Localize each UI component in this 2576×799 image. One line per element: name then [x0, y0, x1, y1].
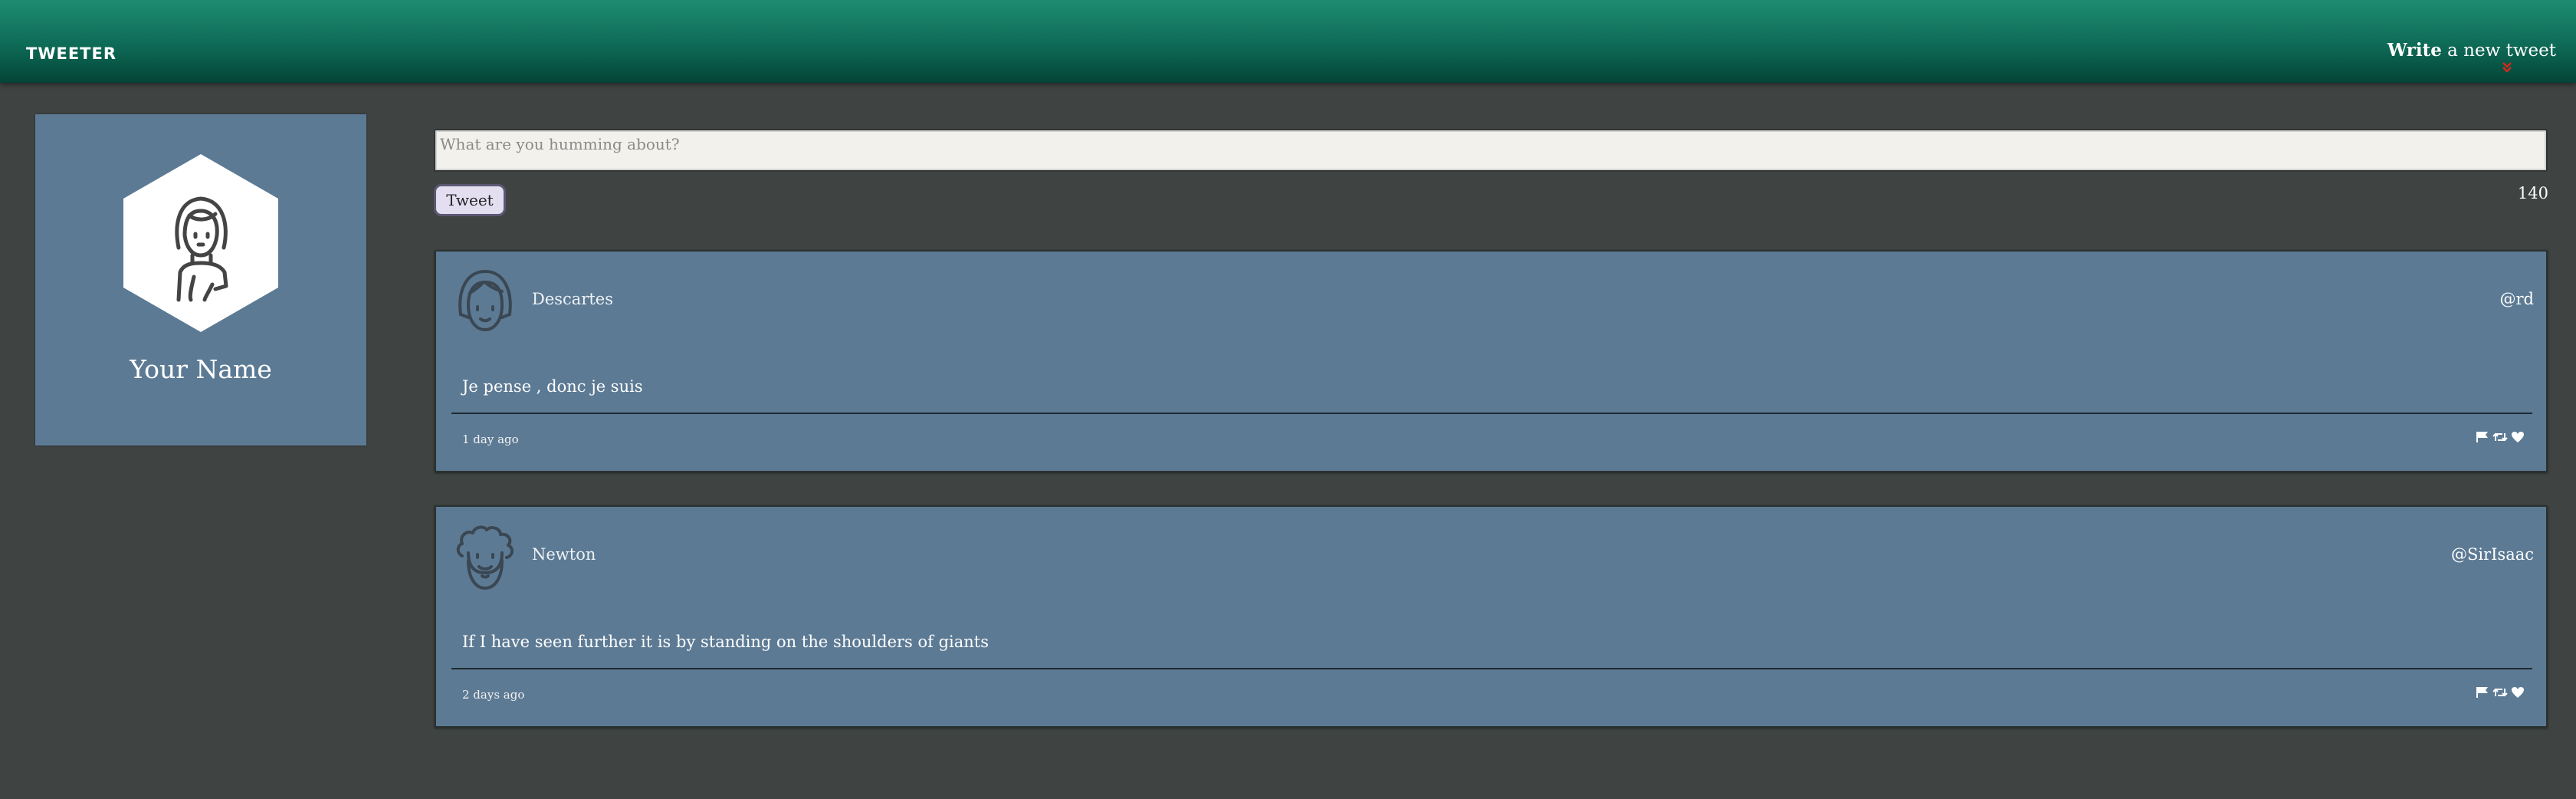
bob-haircut-avatar-icon [458, 270, 512, 331]
retweet-icon[interactable] [2492, 431, 2508, 443]
tweet-actions [2476, 431, 2525, 443]
flag-icon[interactable] [2476, 686, 2489, 699]
tweet-compose-input[interactable] [434, 129, 2548, 172]
flag-icon[interactable] [2476, 431, 2489, 443]
tweet-card: Newton @SirIsaac If I have seen further … [435, 505, 2548, 728]
tweet-timestamp: 2 days ago [462, 688, 525, 702]
tweet-handle[interactable]: @SirIsaac [2451, 545, 2534, 564]
heart-icon[interactable] [2511, 431, 2525, 443]
tweet-author[interactable]: Descartes [532, 290, 613, 308]
tweet-divider [451, 668, 2532, 669]
retweet-icon[interactable] [2492, 686, 2508, 699]
profile-card: Your Name [35, 114, 366, 446]
curly-hair-bearded-avatar-icon [456, 525, 514, 590]
tweet-actions [2476, 686, 2525, 699]
tweet-content: If I have seen further it is by standing… [462, 633, 989, 651]
compose-toggle-label: a new tweet [2441, 41, 2556, 61]
write-new-tweet-toggle[interactable]: Write a new tweet [2387, 40, 2556, 73]
tweet-content: Je pense , donc je suis [462, 377, 643, 396]
tweet-author[interactable]: Newton [532, 545, 596, 564]
tweet-handle[interactable]: @rd [2500, 290, 2534, 308]
tweet-button[interactable]: Tweet [434, 184, 506, 216]
tweet-card: Descartes @rd Je pense , donc je suis 1 … [435, 250, 2548, 472]
compose-toggle-strong: Write [2387, 40, 2442, 61]
double-chevron-down-icon [2502, 62, 2512, 73]
tweet-timestamp: 1 day ago [462, 432, 519, 446]
top-bar: TWEETER Write a new tweet [0, 0, 2576, 83]
tweet-divider [451, 413, 2532, 414]
heart-icon[interactable] [2511, 686, 2525, 699]
character-counter: 140 [2517, 184, 2548, 202]
brand-logo[interactable]: TWEETER [26, 44, 116, 63]
profile-name: Your Name [130, 354, 272, 384]
woman-avatar-icon [123, 154, 278, 332]
